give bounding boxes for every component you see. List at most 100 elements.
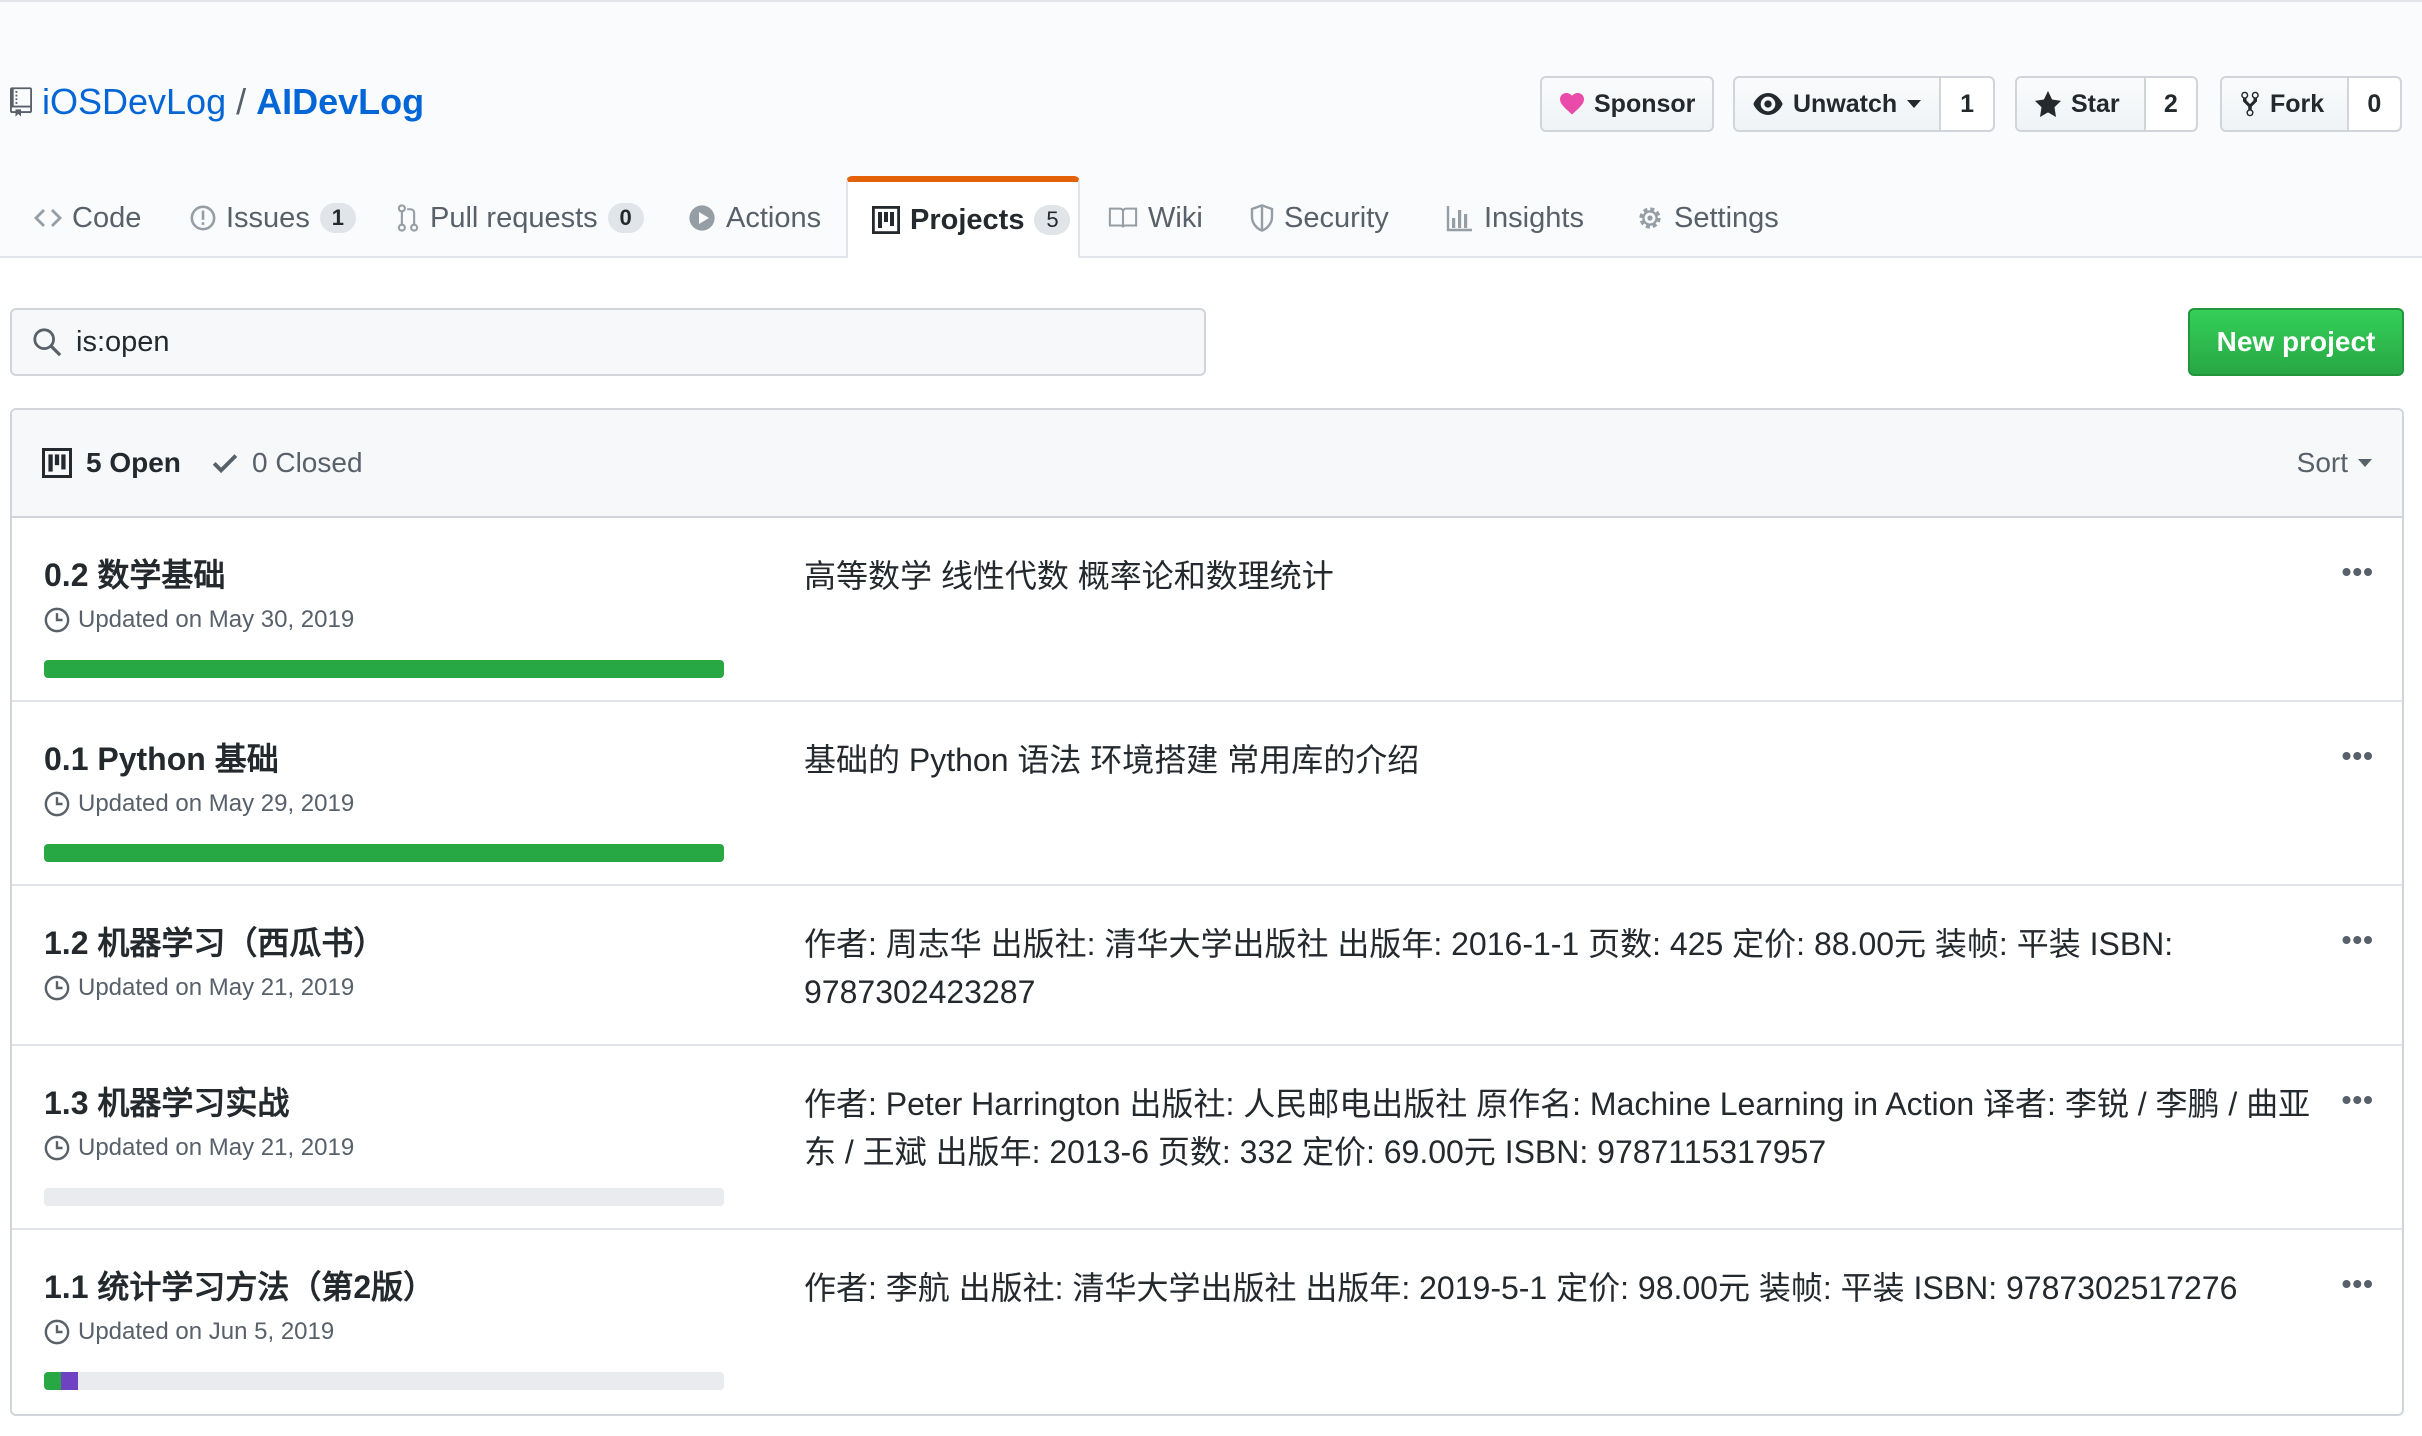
tab-label: Pull requests bbox=[430, 201, 598, 234]
sponsor-button[interactable]: Sponsor bbox=[1540, 76, 1714, 132]
project-search bbox=[10, 308, 1206, 376]
shield-icon bbox=[1250, 204, 1274, 232]
more-options-icon[interactable]: ••• bbox=[2342, 924, 2374, 956]
project-name[interactable]: 0.2 数学基础 bbox=[44, 550, 225, 596]
watch-label: Unwatch bbox=[1793, 89, 1898, 118]
project-description: 作者: 李航 出版社: 清华大学出版社 出版年: 2019-5-1 定价: 98… bbox=[804, 1270, 2238, 1306]
sponsor-label: Sponsor bbox=[1594, 89, 1696, 118]
tab-label: Projects bbox=[910, 203, 1025, 236]
tab-security[interactable]: Security bbox=[1250, 178, 1389, 258]
project-description: 作者: Peter Harrington 出版社: 人民邮电出版社 原作名: M… bbox=[804, 1086, 2311, 1170]
project-description: 作者: 周志华 出版社: 清华大学出版社 出版年: 2016-1-1 页数: 4… bbox=[804, 926, 2174, 1010]
tab-label: Actions bbox=[726, 201, 822, 234]
tab-label: Insights bbox=[1484, 201, 1584, 234]
project-name[interactable]: 1.3 机器学习实战 bbox=[44, 1078, 289, 1124]
pull-request-icon bbox=[397, 204, 419, 232]
clock-icon bbox=[44, 1135, 70, 1161]
tab-wiki[interactable]: Wiki bbox=[1108, 178, 1203, 258]
tab-code[interactable]: Code bbox=[34, 178, 141, 258]
watch-count[interactable]: 1 bbox=[1939, 78, 1993, 130]
closed-count-label: 0 Closed bbox=[252, 447, 363, 478]
fork-button[interactable]: Fork 0 bbox=[2220, 76, 2402, 132]
project-name[interactable]: 1.2 机器学习（西瓜书） bbox=[44, 918, 385, 964]
project-row: 1.2 机器学习（西瓜书） Updated on May 21, 2019 作者… bbox=[12, 886, 2402, 1046]
watch-button[interactable]: Unwatch 1 bbox=[1733, 76, 1995, 132]
check-icon bbox=[212, 454, 238, 474]
fork-icon bbox=[2241, 91, 2259, 117]
repo-owner-link[interactable]: iOSDevLog bbox=[42, 81, 226, 123]
pull-requests-counter: 0 bbox=[607, 203, 644, 233]
updated-text: Updated on May 30, 2019 bbox=[78, 606, 355, 633]
heart-icon bbox=[1560, 93, 1584, 115]
search-input[interactable] bbox=[74, 324, 1178, 360]
project-name[interactable]: 0.1 Python 基础 bbox=[44, 734, 279, 780]
tab-label: Settings bbox=[1674, 201, 1779, 234]
project-description: 高等数学 线性代数 概率论和数理统计 bbox=[804, 558, 1334, 594]
tab-label: Code bbox=[72, 201, 142, 234]
issue-icon bbox=[190, 205, 216, 231]
more-options-icon[interactable]: ••• bbox=[2342, 556, 2374, 588]
fork-label: Fork bbox=[2270, 89, 2325, 118]
issues-counter: 1 bbox=[319, 203, 356, 233]
repo-nav-tabs: Code Issues 1 Pull requests 0 Actions Pr… bbox=[0, 176, 2422, 258]
projects-list: 5 Open 0 Closed Sort 0.2 数学基础 Updated on… bbox=[10, 408, 2404, 1416]
projects-counter: 5 bbox=[1034, 205, 1071, 235]
project-updated: Updated on May 30, 2019 bbox=[44, 606, 354, 634]
progress-bar bbox=[44, 660, 724, 678]
open-filter[interactable]: 5 Open bbox=[42, 410, 181, 516]
tab-label: Wiki bbox=[1148, 201, 1203, 234]
updated-text: Updated on May 21, 2019 bbox=[78, 974, 355, 1001]
project-row: 1.3 机器学习实战 Updated on May 21, 2019 作者: P… bbox=[12, 1046, 2402, 1230]
tab-settings[interactable]: Settings bbox=[1636, 178, 1779, 258]
chevron-down-icon bbox=[2358, 459, 2372, 467]
updated-text: Updated on Jun 5, 2019 bbox=[78, 1318, 335, 1345]
project-row: 1.1 统计学习方法（第2版） Updated on Jun 5, 2019 作… bbox=[12, 1230, 2402, 1414]
repo-name-link[interactable]: AIDevLog bbox=[256, 81, 424, 123]
search-icon bbox=[33, 328, 62, 357]
clock-icon bbox=[44, 975, 70, 1001]
star-icon bbox=[2035, 91, 2061, 117]
new-project-button[interactable]: New project bbox=[2188, 308, 2404, 376]
sort-dropdown[interactable]: Sort bbox=[2297, 410, 2372, 516]
more-options-icon[interactable]: ••• bbox=[2342, 740, 2374, 772]
star-button[interactable]: Star 2 bbox=[2015, 76, 2198, 132]
clock-icon bbox=[44, 791, 70, 817]
tab-insights[interactable]: Insights bbox=[1446, 178, 1584, 258]
tab-actions[interactable]: Actions bbox=[688, 178, 821, 258]
open-count-label: 5 Open bbox=[86, 447, 181, 478]
book-icon bbox=[1108, 207, 1138, 228]
project-updated: Updated on May 21, 2019 bbox=[44, 1134, 354, 1162]
tab-issues[interactable]: Issues 1 bbox=[190, 178, 356, 258]
progress-done bbox=[44, 1372, 61, 1390]
repo-separator: / bbox=[236, 81, 247, 122]
code-icon bbox=[34, 209, 62, 227]
eye-icon bbox=[1753, 93, 1783, 115]
clock-icon bbox=[44, 607, 70, 633]
updated-text: Updated on May 21, 2019 bbox=[78, 1134, 355, 1161]
tab-projects[interactable]: Projects 5 bbox=[846, 176, 1080, 258]
play-icon bbox=[689, 205, 715, 231]
more-options-icon[interactable]: ••• bbox=[2342, 1084, 2374, 1116]
repo-title: iOSDevLog / AIDevLog bbox=[10, 78, 424, 126]
sort-label: Sort bbox=[2296, 447, 2348, 478]
project-row: 0.1 Python 基础 Updated on May 29, 2019 基础… bbox=[12, 702, 2402, 886]
project-icon bbox=[872, 206, 900, 234]
fork-count[interactable]: 0 bbox=[2346, 78, 2400, 130]
project-icon bbox=[42, 448, 72, 478]
more-options-icon[interactable]: ••• bbox=[2342, 1268, 2374, 1300]
gear-icon bbox=[1639, 207, 1661, 229]
tab-pull-requests[interactable]: Pull requests 0 bbox=[396, 178, 644, 258]
project-updated: Updated on May 21, 2019 bbox=[44, 974, 354, 1002]
progress-done bbox=[44, 844, 724, 862]
list-header: 5 Open 0 Closed Sort bbox=[12, 410, 2402, 518]
tab-label: Security bbox=[1284, 201, 1389, 234]
progress-done bbox=[44, 660, 724, 678]
project-description: 基础的 Python 语法 环境搭建 常用库的介绍 bbox=[804, 742, 1420, 778]
progress-bar bbox=[44, 844, 724, 862]
project-name[interactable]: 1.1 统计学习方法（第2版） bbox=[44, 1262, 435, 1308]
chevron-down-icon bbox=[1907, 100, 1922, 108]
progress-bar bbox=[44, 1188, 724, 1206]
closed-filter[interactable]: 0 Closed bbox=[212, 410, 363, 516]
progress-bar bbox=[44, 1372, 724, 1390]
star-count[interactable]: 2 bbox=[2143, 78, 2196, 130]
